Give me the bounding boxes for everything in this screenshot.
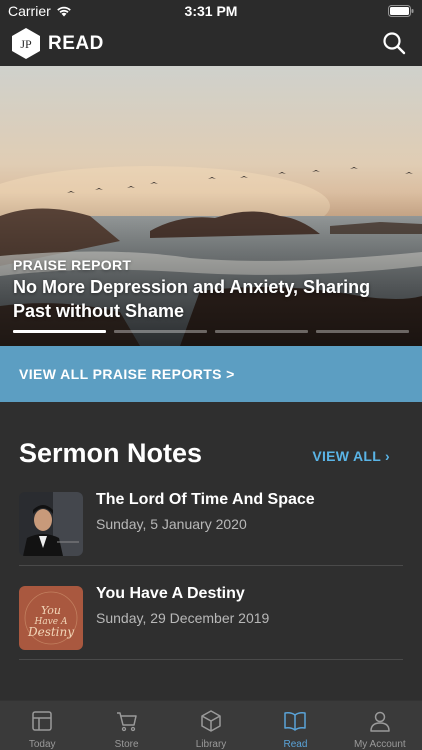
tab-label: Library <box>195 739 227 750</box>
tab-today[interactable]: Today <box>0 701 84 750</box>
tab-label: My Account <box>353 739 406 750</box>
view-all-label: VIEW ALL <box>312 448 381 464</box>
sermon-date: Sunday, 29 December 2019 <box>96 610 270 626</box>
sermon-notes-title: Sermon Notes <box>19 438 203 468</box>
tab-label: Today <box>28 739 56 750</box>
cart-icon <box>116 712 137 732</box>
thumb-text-line3: Destiny <box>27 625 74 639</box>
book-icon <box>284 712 307 731</box>
praise-report-carousel[interactable]: PRAISE REPORT No More Depression and Anx… <box>0 66 422 346</box>
sermon-title: The Lord Of Time And Space <box>96 491 315 508</box>
jp-logo: JP <box>12 28 40 59</box>
sermon-title: You Have A Destiny <box>96 585 245 602</box>
chevron-right-icon: › <box>385 448 390 464</box>
tab-label: Store <box>114 739 139 750</box>
search-icon[interactable] <box>382 31 406 55</box>
box-icon <box>201 710 221 732</box>
pager-dot[interactable] <box>114 330 207 333</box>
status-bar: Carrier 3:31 PM <box>0 0 422 22</box>
header: JP READ <box>0 22 422 66</box>
sermon-list-item[interactable]: The Lord Of Time And Space Sunday, 5 Jan… <box>19 472 403 566</box>
tab-label: Read <box>283 739 308 750</box>
battery-icon <box>388 5 414 17</box>
view-all-sermons-link[interactable]: VIEW ALL › <box>312 448 390 464</box>
sermon-list-item[interactable]: You Have A Destiny You Have A Destiny Su… <box>19 566 403 660</box>
hero-title[interactable]: No More Depression and Anxiety, Sharing … <box>13 275 408 323</box>
carousel-pager <box>13 330 409 333</box>
tab-bar: Today Store Library Read My Account <box>0 700 422 750</box>
today-icon <box>32 711 52 731</box>
clock: 3:31 PM <box>184 3 238 19</box>
hero-kicker: PRAISE REPORT <box>13 257 132 273</box>
thumb-text-line1: You <box>41 604 61 617</box>
logo-text: JP <box>20 37 32 51</box>
sermon-thumbnail <box>19 492 83 556</box>
view-all-praise-reports-label: VIEW ALL PRAISE REPORTS > <box>19 366 235 382</box>
view-all-praise-reports-button[interactable]: VIEW ALL PRAISE REPORTS > <box>0 346 422 402</box>
tab-read[interactable]: Read <box>253 701 337 750</box>
destiny-artwork: You Have A Destiny <box>19 586 83 650</box>
tab-store[interactable]: Store <box>84 701 168 750</box>
pager-dot[interactable] <box>316 330 409 333</box>
pager-dot[interactable] <box>215 330 308 333</box>
tab-library[interactable]: Library <box>169 701 253 750</box>
person-icon <box>370 711 390 732</box>
page-title: READ <box>48 33 104 54</box>
sermon-date: Sunday, 5 January 2020 <box>96 516 247 532</box>
sermon-thumbnail: You Have A Destiny <box>19 586 83 650</box>
preacher-photo <box>19 492 83 556</box>
tab-my-account[interactable]: My Account <box>338 701 422 750</box>
pager-dot[interactable] <box>13 330 106 333</box>
